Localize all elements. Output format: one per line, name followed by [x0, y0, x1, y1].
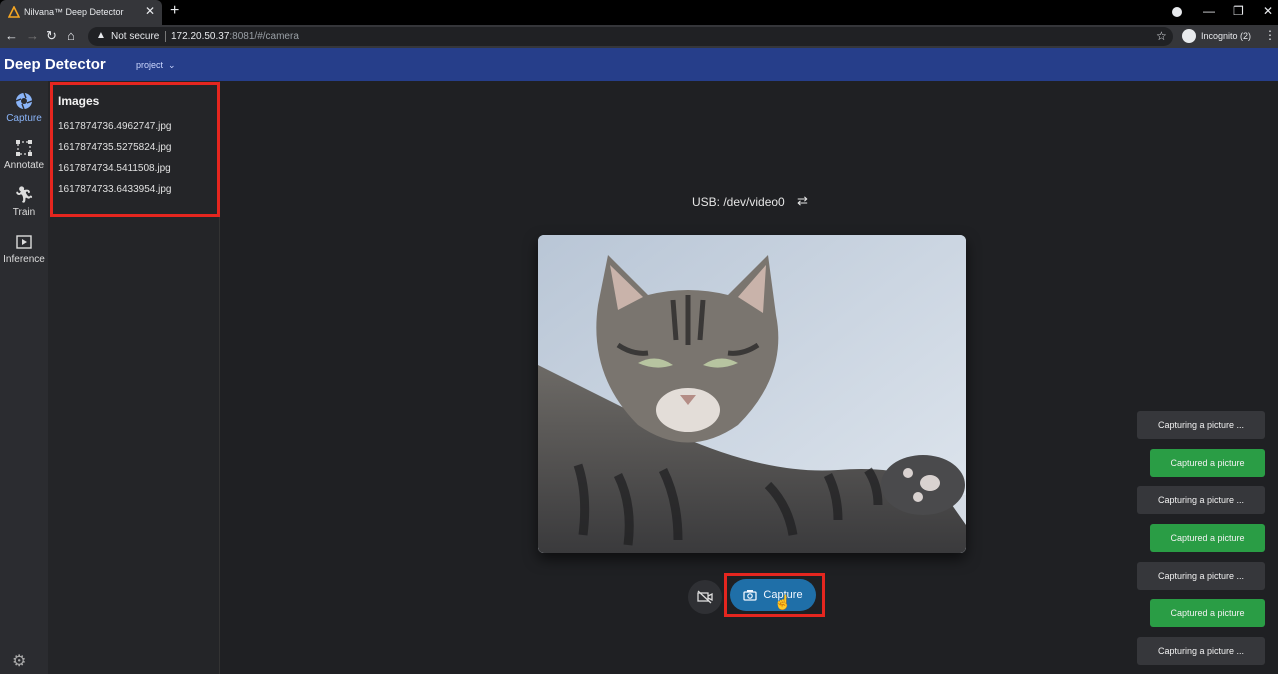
image-file-item[interactable]: 1617874733.6433954.jpg [58, 184, 171, 195]
restore-icon[interactable]: ❐ [1233, 4, 1244, 18]
toast-notification: Captured a picture [1150, 524, 1265, 552]
browser-tab[interactable]: Nilvana™ Deep Detector ✕ [0, 0, 162, 25]
play-frame-icon [0, 233, 48, 253]
warning-icon: ▲ [96, 30, 106, 41]
camera-main: USB: /dev/video0 ⇄ Capture ☝ [221, 81, 1278, 674]
toast-notification: Capturing a picture ... [1137, 411, 1265, 439]
nav-item-capture[interactable]: Capture [0, 92, 48, 124]
tab-title: Nilvana™ Deep Detector [24, 7, 124, 17]
image-file-item[interactable]: 1617874736.4962747.jpg [58, 121, 171, 132]
images-title: Images [58, 94, 100, 108]
toast-notification: Capturing a picture ... [1137, 486, 1265, 514]
nav-item-inference[interactable]: Inference [0, 233, 48, 265]
brand-title: Deep Detector [4, 56, 106, 73]
incognito-label[interactable]: Incognito (2) [1201, 31, 1251, 41]
profile-icon[interactable] [1172, 7, 1182, 17]
nav-item-annotate[interactable]: Annotate [0, 139, 48, 171]
bookmark-star-icon[interactable]: ☆ [1156, 29, 1167, 43]
image-file-item[interactable]: 1617874735.5275824.jpg [58, 142, 171, 153]
home-icon[interactable]: ⌂ [67, 28, 75, 43]
toast-notification: Capturing a picture ... [1137, 637, 1265, 665]
forward-icon[interactable]: → [26, 28, 39, 43]
toast-notification: Captured a picture [1150, 449, 1265, 477]
browser-toolbar: ← → ↻ ⌂ ▲ Not secure 172.20.50.37:8081/#… [0, 25, 1278, 48]
left-nav: Capture Annotate 🏃︎ Train Inference ⚙ [0, 81, 48, 674]
reload-icon[interactable]: ↻ [46, 28, 57, 44]
close-window-icon[interactable]: ✕ [1263, 4, 1273, 18]
camera-toggle-button[interactable] [688, 580, 722, 614]
close-tab-icon[interactable]: ✕ [145, 4, 155, 18]
aperture-icon [0, 92, 48, 112]
nilvana-logo-icon [8, 6, 20, 18]
camera-icon [743, 590, 758, 601]
app-header: Deep Detector project ⌄ [0, 48, 1278, 81]
address-bar[interactable]: ▲ Not secure 172.20.50.37:8081/#/camera … [88, 27, 1173, 46]
images-panel: Images 1617874736.4962747.jpg 1617874735… [48, 81, 220, 674]
new-tab-icon[interactable]: + [170, 2, 179, 20]
image-file-item[interactable]: 1617874734.5411508.jpg [58, 163, 171, 174]
hand-cursor-icon: ☝ [774, 594, 792, 610]
camera-preview [538, 235, 966, 553]
run-icon: 🏃︎ [13, 187, 35, 204]
back-icon[interactable]: ← [5, 28, 18, 43]
swap-camera-icon[interactable]: ⇄ [797, 193, 808, 209]
not-secure-label: Not secure [111, 31, 160, 42]
cat-photo [538, 235, 966, 553]
camera-source-label: USB: /dev/video0 [692, 195, 785, 209]
gear-icon[interactable]: ⚙ [12, 651, 26, 671]
bounding-box-icon [0, 139, 48, 159]
capture-button[interactable]: Capture [730, 579, 816, 611]
project-dropdown[interactable]: project ⌄ [136, 60, 176, 71]
toast-notification: Captured a picture [1150, 599, 1265, 627]
incognito-icon[interactable] [1182, 29, 1196, 43]
browser-menu-icon[interactable]: ⋮ [1264, 28, 1276, 42]
chevron-down-icon: ⌄ [165, 60, 176, 70]
browser-tab-bar: Nilvana™ Deep Detector ✕ + — ❐ ✕ [0, 0, 1278, 25]
minimize-icon[interactable]: — [1203, 4, 1215, 18]
nav-item-train[interactable]: 🏃︎ Train [0, 186, 48, 218]
video-off-icon [697, 590, 713, 604]
toast-notification: Capturing a picture ... [1137, 562, 1265, 590]
url-text: 172.20.50.37:8081/#/camera [171, 31, 299, 42]
